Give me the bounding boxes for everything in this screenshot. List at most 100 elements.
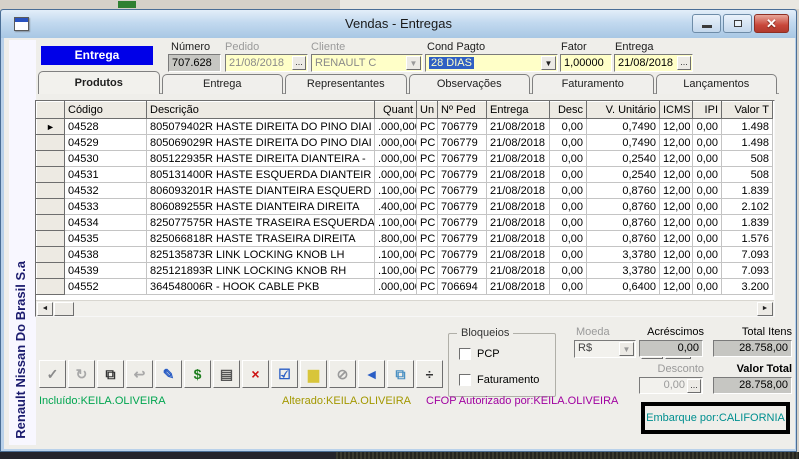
- grid-cell[interactable]: 706779: [438, 263, 487, 279]
- import-button[interactable]: ◄: [358, 360, 385, 388]
- cancel-button[interactable]: ⊘: [329, 360, 356, 388]
- entrega-ellipsis-button[interactable]: ...: [677, 56, 691, 70]
- grid-cell[interactable]: 0,2540: [587, 167, 660, 183]
- cliente-dropdown-icon[interactable]: ▼: [406, 56, 421, 70]
- grid-cell[interactable]: 508: [722, 151, 773, 167]
- grid-cell[interactable]: .100,000: [375, 215, 417, 231]
- grid-cell[interactable]: 0,00: [693, 247, 722, 263]
- grid-cell[interactable]: 0,8760: [587, 215, 660, 231]
- row-selector[interactable]: [37, 151, 65, 167]
- grid-cell[interactable]: 2.102: [722, 199, 773, 215]
- fator-field[interactable]: 1,00000: [560, 54, 612, 72]
- grid-cell[interactable]: PC: [417, 135, 438, 151]
- grid-cell[interactable]: 12,00: [660, 247, 693, 263]
- grid-cell[interactable]: 706779: [438, 247, 487, 263]
- numero-field[interactable]: 707.628: [168, 54, 221, 72]
- grid-cell[interactable]: 04532: [65, 183, 147, 199]
- grid-cell[interactable]: 04531: [65, 167, 147, 183]
- grid-cell[interactable]: 3.200: [722, 279, 773, 295]
- grid-cell[interactable]: PC: [417, 119, 438, 135]
- print-button[interactable]: ▤: [213, 360, 240, 388]
- grid-cell[interactable]: 0,00: [693, 167, 722, 183]
- grid-cell[interactable]: 21/08/2018: [487, 215, 550, 231]
- grid-cell[interactable]: 0,00: [550, 151, 587, 167]
- money-button[interactable]: $: [184, 360, 211, 388]
- grid-cell[interactable]: 21/08/2018: [487, 151, 550, 167]
- grid-cell[interactable]: PC: [417, 263, 438, 279]
- grid-cell[interactable]: 0,6400: [587, 279, 660, 295]
- cond-pagto-dropdown-icon[interactable]: ▼: [541, 56, 556, 70]
- grid-cell[interactable]: 7.093: [722, 247, 773, 263]
- grid-cell[interactable]: PC: [417, 215, 438, 231]
- grid-cell[interactable]: 0,00: [550, 119, 587, 135]
- column-header[interactable]: Código: [65, 102, 147, 119]
- row-selector[interactable]: [37, 199, 65, 215]
- grid-cell[interactable]: 04552: [65, 279, 147, 295]
- faturamento-checkbox[interactable]: [459, 374, 471, 386]
- grid-cell[interactable]: 805069029R HASTE DIREITA DO PINO DIAI: [147, 135, 375, 151]
- grid-cell[interactable]: 0,00: [693, 231, 722, 247]
- entrega-field[interactable]: 21/08/2018 ...: [614, 54, 693, 72]
- row-selector[interactable]: [37, 183, 65, 199]
- grid-cell[interactable]: 12,00: [660, 135, 693, 151]
- table-row[interactable]: 04532806093201R HASTE DIANTEIRA ESQUERD.…: [37, 183, 773, 199]
- scroll-right-icon[interactable]: ►: [757, 302, 773, 316]
- folder-button[interactable]: ▆: [300, 360, 327, 388]
- grid-cell[interactable]: .800,000: [375, 231, 417, 247]
- grid-cell[interactable]: 12,00: [660, 151, 693, 167]
- pcp-checkbox[interactable]: [459, 348, 471, 360]
- table-row[interactable]: 04538825135873R LINK LOCKING KNOB LH.100…: [37, 247, 773, 263]
- tab-entrega[interactable]: Entrega: [162, 74, 284, 94]
- grid-cell[interactable]: 04529: [65, 135, 147, 151]
- grid-cell[interactable]: 1.576: [722, 231, 773, 247]
- grid-cell[interactable]: 0,7490: [587, 135, 660, 151]
- desconto-field[interactable]: 0,00 ...: [639, 377, 703, 394]
- grid-cell[interactable]: 706779: [438, 231, 487, 247]
- grid-cell[interactable]: 12,00: [660, 215, 693, 231]
- grid-cell[interactable]: 04539: [65, 263, 147, 279]
- grid-cell[interactable]: 825135873R LINK LOCKING KNOB LH: [147, 247, 375, 263]
- grid-cell[interactable]: 12,00: [660, 119, 693, 135]
- tab-representantes[interactable]: Representantes: [285, 74, 407, 94]
- row-selector[interactable]: [37, 167, 65, 183]
- row-selector[interactable]: [37, 279, 65, 295]
- table-row[interactable]: 04552364548006R - HOOK CABLE PKB.000,000…: [37, 279, 773, 295]
- grid-cell[interactable]: 12,00: [660, 183, 693, 199]
- grid-cell[interactable]: 0,00: [693, 119, 722, 135]
- grid-cell[interactable]: 04538: [65, 247, 147, 263]
- column-header[interactable]: ICMS: [660, 102, 693, 119]
- confirm-button[interactable]: ✓: [39, 360, 66, 388]
- grid-cell[interactable]: 04533: [65, 199, 147, 215]
- horizontal-scrollbar[interactable]: ◄ ►: [36, 300, 774, 316]
- grid-cell[interactable]: .100,000: [375, 247, 417, 263]
- grid-cell[interactable]: 508: [722, 167, 773, 183]
- grid-cell[interactable]: 21/08/2018: [487, 279, 550, 295]
- grid-cell[interactable]: 0,2540: [587, 151, 660, 167]
- grid-cell[interactable]: 0,8760: [587, 183, 660, 199]
- grid-cell[interactable]: 04535: [65, 231, 147, 247]
- grid-cell[interactable]: 706779: [438, 215, 487, 231]
- column-header[interactable]: V. Unitário: [587, 102, 660, 119]
- grid-cell[interactable]: .100,000: [375, 263, 417, 279]
- grid-cell[interactable]: 0,00: [693, 183, 722, 199]
- grid-cell[interactable]: 0,00: [550, 199, 587, 215]
- pedido-ellipsis-button[interactable]: ...: [292, 56, 306, 70]
- table-row[interactable]: 04539825121893R LINK LOCKING KNOB RH.100…: [37, 263, 773, 279]
- faturamento-checkbox-row[interactable]: Faturamento: [459, 374, 539, 386]
- grid-cell[interactable]: 0,00: [550, 263, 587, 279]
- table-row[interactable]: ►04528805079402R HASTE DIREITA DO PINO D…: [37, 119, 773, 135]
- grid-cell[interactable]: 364548006R - HOOK CABLE PKB: [147, 279, 375, 295]
- grid-cell[interactable]: 12,00: [660, 231, 693, 247]
- grid-cell[interactable]: 805079402R HASTE DIREITA DO PINO DIAI: [147, 119, 375, 135]
- grid-cell[interactable]: 706694: [438, 279, 487, 295]
- adjust-button[interactable]: ÷: [416, 360, 443, 388]
- cond-pagto-combo[interactable]: 28 DIAS ▼: [425, 54, 558, 72]
- grid-cell[interactable]: .000,000: [375, 119, 417, 135]
- grid-cell[interactable]: 0,00: [550, 167, 587, 183]
- grid-scroll-area[interactable]: CódigoDescriçãoQuantUnNº PedEntregaDescV…: [36, 101, 774, 300]
- grid-cell[interactable]: 825077575R HASTE TRASEIRA ESQUERDA: [147, 215, 375, 231]
- grid-cell[interactable]: 21/08/2018: [487, 231, 550, 247]
- pcp-checkbox-row[interactable]: PCP: [459, 348, 500, 360]
- row-selector[interactable]: [37, 231, 65, 247]
- grid-cell[interactable]: PC: [417, 231, 438, 247]
